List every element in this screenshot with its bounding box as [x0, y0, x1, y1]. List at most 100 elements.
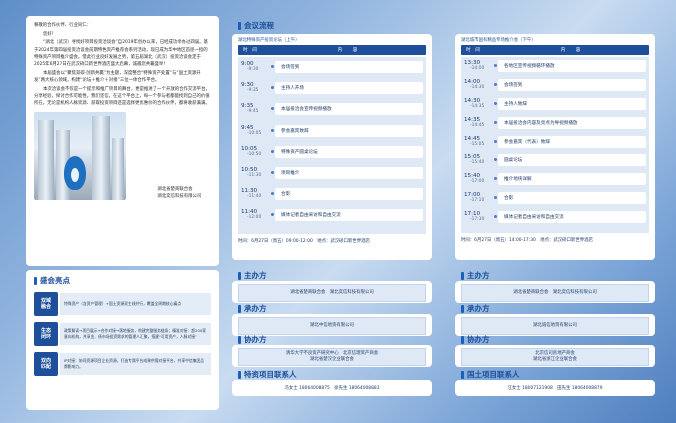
schedule-body: 9:00 -9:30 9:30 -9:35 9:35 -9:45 9:45 -10:05 10:…	[238, 57, 426, 234]
header-content: 内 容	[560, 48, 584, 53]
schedule-item: 媒体记者自由采访和自由交流	[271, 209, 423, 222]
time-end: -9:30	[247, 67, 259, 72]
time-end: -14:00	[470, 66, 485, 71]
section-mark-icon	[461, 304, 464, 313]
contact-right-panel: 汪女士 18007121908 田先生 18064008879	[455, 380, 655, 396]
schedule-time: 11:40 -12:00	[241, 209, 275, 230]
schedule-time: 14:30 -14:35	[464, 98, 498, 117]
co-right-panel: 北京信司房地产商会 湖北省浙江企业联合会	[455, 345, 655, 367]
schedule-item: 参会嘉宾致辞	[271, 124, 423, 137]
header-time: 时 间	[466, 48, 480, 53]
contact-right-title: 国土项目联系人	[461, 369, 520, 380]
organizer-left-panel: 湖北中信地资有限公司	[232, 314, 432, 336]
letter-paragraph-2: 本届盛会以“聚焦双碳·创新共赢”为主题，深度整合“特殊资产处置”与“国土资源开发…	[34, 70, 201, 83]
header-time: 时 间	[243, 48, 257, 53]
letter-signature: 湖北省楚商联合会 湖北奕信科技有限公司	[157, 186, 201, 200]
time-end: -11:40	[247, 194, 262, 200]
schedule-time: 11:30 -11:40	[241, 188, 275, 209]
section-mark-icon	[238, 370, 241, 379]
section-mark-icon	[461, 335, 464, 344]
time-end: -11:30	[247, 172, 262, 178]
schedule-body: 13:30 -14:00 14:00 -14:30 14:30 -14:35 14:35 -1…	[461, 57, 649, 234]
highlight-badge: 生态 闭环	[34, 322, 58, 346]
co-title-right: 协办方	[461, 334, 490, 345]
schedule-time: 17:00 -17:10	[464, 192, 498, 211]
time-end: -15:40	[470, 160, 485, 166]
time-end: -14:30	[470, 84, 485, 90]
section-mark-icon	[461, 370, 464, 379]
schedule-item: 会场签到	[494, 78, 646, 91]
section-mark-icon	[238, 21, 241, 30]
invitation-letter: 尊敬的合作伙伴、行业同仁： 您好！ “湖北（武汉）寻找好项目投资洽谈会”自201…	[26, 16, 219, 266]
schedule-item: 本届投洽会内容及亮点为导视频播放	[494, 116, 646, 129]
letter-hello: 您好！	[43, 31, 57, 37]
time-end: -17:00	[470, 179, 485, 185]
organizer-right-panel: 湖北诚信地资有限公司	[455, 314, 655, 336]
agenda-title: 会议流程	[238, 20, 274, 31]
schedule-time: 10:05 -10:50	[241, 146, 275, 167]
schedule-time: 14:00 -14:30	[464, 79, 498, 98]
water-drop-sculpture-icon	[64, 155, 86, 190]
time-end: -14:35	[470, 103, 485, 109]
schedule-item: 本届投洽会宣传视频播放	[271, 103, 423, 116]
afternoon-schedule: 湖北城市国有精品专场推介会（下午） 时 间 内 容 13:30 -14:00 14:…	[455, 34, 655, 260]
schedule-item: 项目推介	[271, 166, 423, 179]
letter-greeting: 尊敬的合作伙伴、行业同仁：	[34, 23, 92, 28]
section-mark-icon	[34, 276, 37, 285]
section-mark-icon	[238, 335, 241, 344]
highlight-item: 双域 融合 特殊资产（含资产管理）+国土资源双主线并行，覆盖全周期核心痛点	[34, 292, 211, 316]
schedule-item: 参会嘉宾（代表）致辞	[494, 135, 646, 148]
time-end: -14:45	[470, 122, 485, 128]
highlight-item: 双向 匹配 IP对接：协同资源项目企业资源，打造专属平台成果供需对接平台，共享中…	[34, 352, 211, 376]
organizer-right-org: 湖北诚信地资有限公司	[461, 317, 649, 335]
highlights-title: 盛会亮点	[34, 275, 211, 286]
schedule-time: 9:45 -10:05	[241, 125, 275, 146]
header-content: 内 容	[337, 48, 361, 53]
time-end: -10:50	[247, 151, 262, 157]
schedule-time: 17:10 -17:30	[464, 211, 498, 230]
highlight-badge: 双域 融合	[34, 292, 58, 316]
table-header: 时 间 内 容	[461, 45, 649, 55]
co-right-orgs: 北京信司房地产商会 湖北省浙江企业联合会	[461, 348, 649, 366]
schedule-time: 15:40 -17:00	[464, 173, 498, 192]
schedule-time: 10:50 -11:30	[241, 167, 275, 188]
highlight-text: IP对接：协同资源项目企业资源，打造专属平台成果供需对接平台，共享中信集团品牌影…	[60, 353, 211, 375]
host-right-panel: 湖北省楚商联合会 湖北奕信科技有限公司	[455, 281, 655, 303]
organizer-title-right: 承办方	[461, 303, 490, 314]
time-end: -15:05	[470, 141, 485, 147]
schedule-item: 合影	[494, 192, 646, 205]
afternoon-footer: 时间：6月27日（周五）14:00-17:30 地点：武汉硚口新世界酒店	[461, 238, 593, 244]
time-end: -12:00	[247, 215, 262, 221]
sign-org-2: 湖北奕信科技有限公司	[157, 193, 202, 199]
time-end: -9:45	[247, 109, 259, 115]
morning-schedule: 湖北特殊资产投资论坛（上午） 时 间 内 容 9:00 -9:30 9:30 -9:3…	[232, 34, 432, 260]
morning-footer: 时间：6月27日（周五）09:00-12:00 地点：武汉硚口新世界酒店	[238, 238, 370, 244]
table-header: 时 间 内 容	[238, 45, 426, 55]
co-title-left: 协办方	[238, 334, 267, 345]
highlight-text: 政策解读→项目展示→合作对接→落地服务，构建完整服务链条；精准对接：超200家意…	[60, 323, 211, 345]
sign-org-1: 湖北省楚商联合会	[157, 186, 193, 192]
schedule-item: 会场签到	[271, 61, 423, 73]
highlight-badge: 双向 匹配	[34, 352, 58, 376]
co-right-line-2: 湖北省浙江企业联合会	[533, 357, 577, 362]
contact-right-text: 汪女士 18007121908 田先生 18064008879	[461, 383, 649, 394]
schedule-item: 合影	[271, 188, 423, 201]
schedule-item: 特殊资产圆桌论坛	[271, 145, 423, 158]
highlight-item: 生态 闭环 政策解读→项目展示→合作对接→落地服务，构建完整服务链条；精准对接：…	[34, 322, 211, 346]
section-mark-icon	[238, 271, 241, 280]
schedule-item: 主持人致辞	[494, 97, 646, 110]
schedule-item: 圆桌论坛	[494, 154, 646, 167]
schedule-item: 各地区宣传视频循环播放	[494, 60, 646, 72]
venue-photo	[34, 111, 126, 200]
co-left-line-2: 湖北省楚汉企业联合会	[310, 357, 354, 362]
schedule-item: 媒体记者自由采访和自由交流	[494, 211, 646, 224]
letter-paragraph-1: “湖北（武汉）寻找好项目投资洽谈会”自2019年创办以来，已经成功举办过四届。基…	[34, 40, 209, 68]
co-left-panel: 清华大学不良资产研究中心 北京信理资产商会 湖北省楚汉企业联合会	[232, 345, 432, 367]
schedule-time: 14:35 -14:45	[464, 117, 498, 136]
schedule-time: 15:05 -15:40	[464, 154, 498, 173]
afternoon-subtitle: 湖北城市国有精品专场推介会（下午）	[461, 38, 536, 43]
schedule-time: 9:35 -9:45	[241, 103, 275, 124]
highlights-panel: 盛会亮点 双域 融合 特殊资产（含资产管理）+国土资源双主线并行，覆盖全周期核心…	[26, 270, 219, 410]
morning-subtitle: 湖北特殊资产投资论坛（上午）	[238, 38, 300, 43]
time-end: -10:05	[247, 130, 262, 136]
